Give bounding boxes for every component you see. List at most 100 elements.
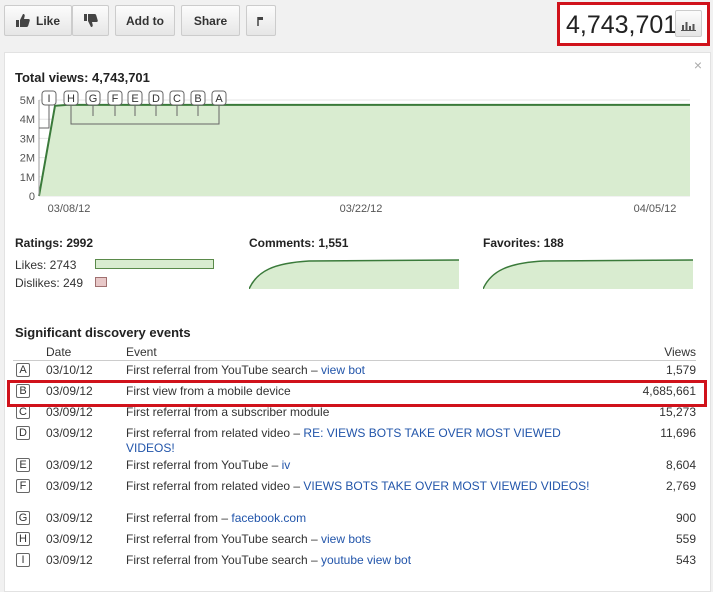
flag-icon	[257, 16, 263, 26]
event-column-header: Event	[126, 344, 606, 361]
dislikes-bar	[95, 277, 107, 287]
event-marker-label: B	[194, 93, 201, 105]
event-text: First referral from related video –	[126, 425, 304, 440]
event-date: 03/09/12	[46, 510, 93, 525]
event-text: First referral from –	[126, 510, 232, 525]
event-description: First referral from YouTube search – you…	[126, 551, 606, 572]
event-views: 1,579	[665, 363, 696, 377]
date-column-header: Date	[46, 344, 126, 361]
event-text: First referral from YouTube search –	[126, 531, 321, 546]
ratings-label: Ratings: 2992	[15, 236, 94, 250]
events-header-row: Date Event Views	[13, 344, 696, 361]
like-label: Like	[35, 13, 60, 28]
dislikes-label: Dislikes: 249	[15, 276, 84, 290]
comments-sparkline	[249, 259, 460, 289]
event-marker-letter: F	[16, 478, 30, 493]
event-marker-label: E	[131, 93, 138, 105]
favorites-label: Favorites: 188	[483, 236, 564, 250]
event-text: First referral from YouTube search –	[126, 552, 321, 567]
event-description: First referral from – facebook.com	[126, 509, 606, 530]
event-link[interactable]: iv	[282, 458, 291, 472]
event-views: 11,696	[660, 425, 696, 440]
close-icon[interactable]: ×	[694, 57, 702, 73]
event-link[interactable]: facebook.com	[231, 511, 306, 525]
y-tick-label: 3M	[20, 133, 35, 145]
thumbs-up-icon	[15, 14, 30, 27]
event-marker-label: F	[112, 93, 119, 105]
like-button[interactable]: Like	[4, 5, 72, 36]
event-link[interactable]: youtube view bot	[321, 553, 411, 567]
total-views-title: Total views: 4,743,701	[15, 70, 150, 85]
event-row: F 03/09/12 First referral from related vid…	[13, 477, 696, 509]
event-date: 03/09/12	[46, 478, 93, 493]
event-text: First referral from YouTube search –	[126, 363, 321, 377]
event-date: 03/09/12	[46, 457, 93, 472]
y-tick-label: 1M	[20, 172, 35, 184]
event-row: H 03/09/12 First referral from YouTube sea…	[13, 530, 696, 551]
event-marker-label: C	[173, 93, 181, 105]
y-tick-label: 5M	[20, 95, 35, 107]
event-marker-letter: D	[16, 425, 30, 440]
share-button[interactable]: Share	[181, 5, 240, 36]
event-link[interactable]: VIEWS BOTS TAKE OVER MOST VIEWED VIDEOS!	[303, 479, 589, 493]
event-date: 03/09/12	[46, 425, 93, 440]
y-tick-label: 0	[29, 191, 35, 203]
event-views: 2,769	[665, 478, 696, 493]
event-marker-label: D	[152, 93, 160, 105]
y-tick-label: 2M	[20, 153, 35, 165]
event-description: First referral from YouTube search – vie…	[126, 361, 606, 382]
thumbs-down-icon	[83, 14, 98, 27]
view-count: 4,743,701	[566, 11, 678, 39]
event-description: First referral from YouTube – iv	[126, 456, 606, 477]
likes-bar	[95, 259, 214, 269]
view-count-box: 4,743,701	[557, 2, 710, 46]
event-marker-label: A	[215, 93, 223, 105]
add-to-button[interactable]: Add to	[115, 5, 175, 36]
dislike-button[interactable]	[72, 5, 109, 36]
event-marker-letter: E	[16, 457, 30, 472]
share-label: Share	[193, 13, 228, 28]
event-description: First referral from YouTube search – vie…	[126, 530, 606, 551]
x-tick-label: 04/05/12	[634, 203, 677, 215]
event-row: A 03/10/12 First referral from YouTube sea…	[13, 361, 696, 382]
favorites-sparkline	[483, 259, 694, 289]
add-to-label: Add to	[126, 13, 164, 28]
x-tick-label: 03/22/12	[340, 203, 383, 215]
event-marker-letter: H	[16, 531, 30, 546]
event-marker-label: I	[47, 93, 50, 105]
events-table: Date Event Views A 03/10/12 First referral…	[13, 344, 696, 572]
event-marker-letter: G	[16, 510, 30, 525]
y-tick-label: 4M	[20, 114, 35, 126]
event-link[interactable]: view bots	[321, 532, 371, 546]
bar-chart-icon	[681, 22, 696, 31]
event-marker-letter: A	[16, 363, 30, 377]
x-tick-label: 03/08/12	[48, 203, 91, 215]
views-column-header: Views	[606, 344, 696, 361]
event-row: G 03/09/12 First referral from – facebook.…	[13, 509, 696, 530]
event-date: 03/09/12	[46, 552, 93, 567]
event-marker-label: H	[67, 93, 75, 105]
event-views: 559	[675, 531, 696, 546]
event-views: 900	[675, 510, 696, 525]
event-row: D 03/09/12 First referral from related vid…	[13, 424, 696, 456]
events-heading: Significant discovery events	[15, 325, 191, 340]
event-row: I 03/09/12 First referral from YouTube sea…	[13, 551, 696, 572]
event-description: First referral from related video – VIEW…	[126, 477, 606, 509]
highlight-box	[7, 380, 707, 407]
likes-label: Likes: 2743	[15, 258, 77, 272]
event-date: 03/09/12	[46, 531, 93, 546]
event-text: First referral from YouTube –	[126, 457, 282, 472]
comments-label: Comments: 1,551	[249, 236, 349, 250]
event-text: First referral from related video –	[126, 478, 304, 493]
flag-button[interactable]	[246, 5, 276, 36]
event-views: 8,604	[665, 457, 696, 472]
toolbar: Like Add to Share 4,743,701	[0, 0, 713, 48]
event-views: 543	[675, 552, 696, 567]
statistics-button[interactable]	[675, 10, 702, 37]
views-area	[39, 104, 690, 196]
event-link[interactable]: view bot	[321, 363, 365, 377]
event-date: 03/10/12	[46, 363, 93, 377]
event-marker-letter: I	[16, 552, 30, 567]
event-marker-label: G	[89, 93, 98, 105]
views-chart: 0 1M 2M 3M 4M 5M 03/08/12 03/22/12 04/05/12 I H G F E…	[20, 90, 690, 215]
